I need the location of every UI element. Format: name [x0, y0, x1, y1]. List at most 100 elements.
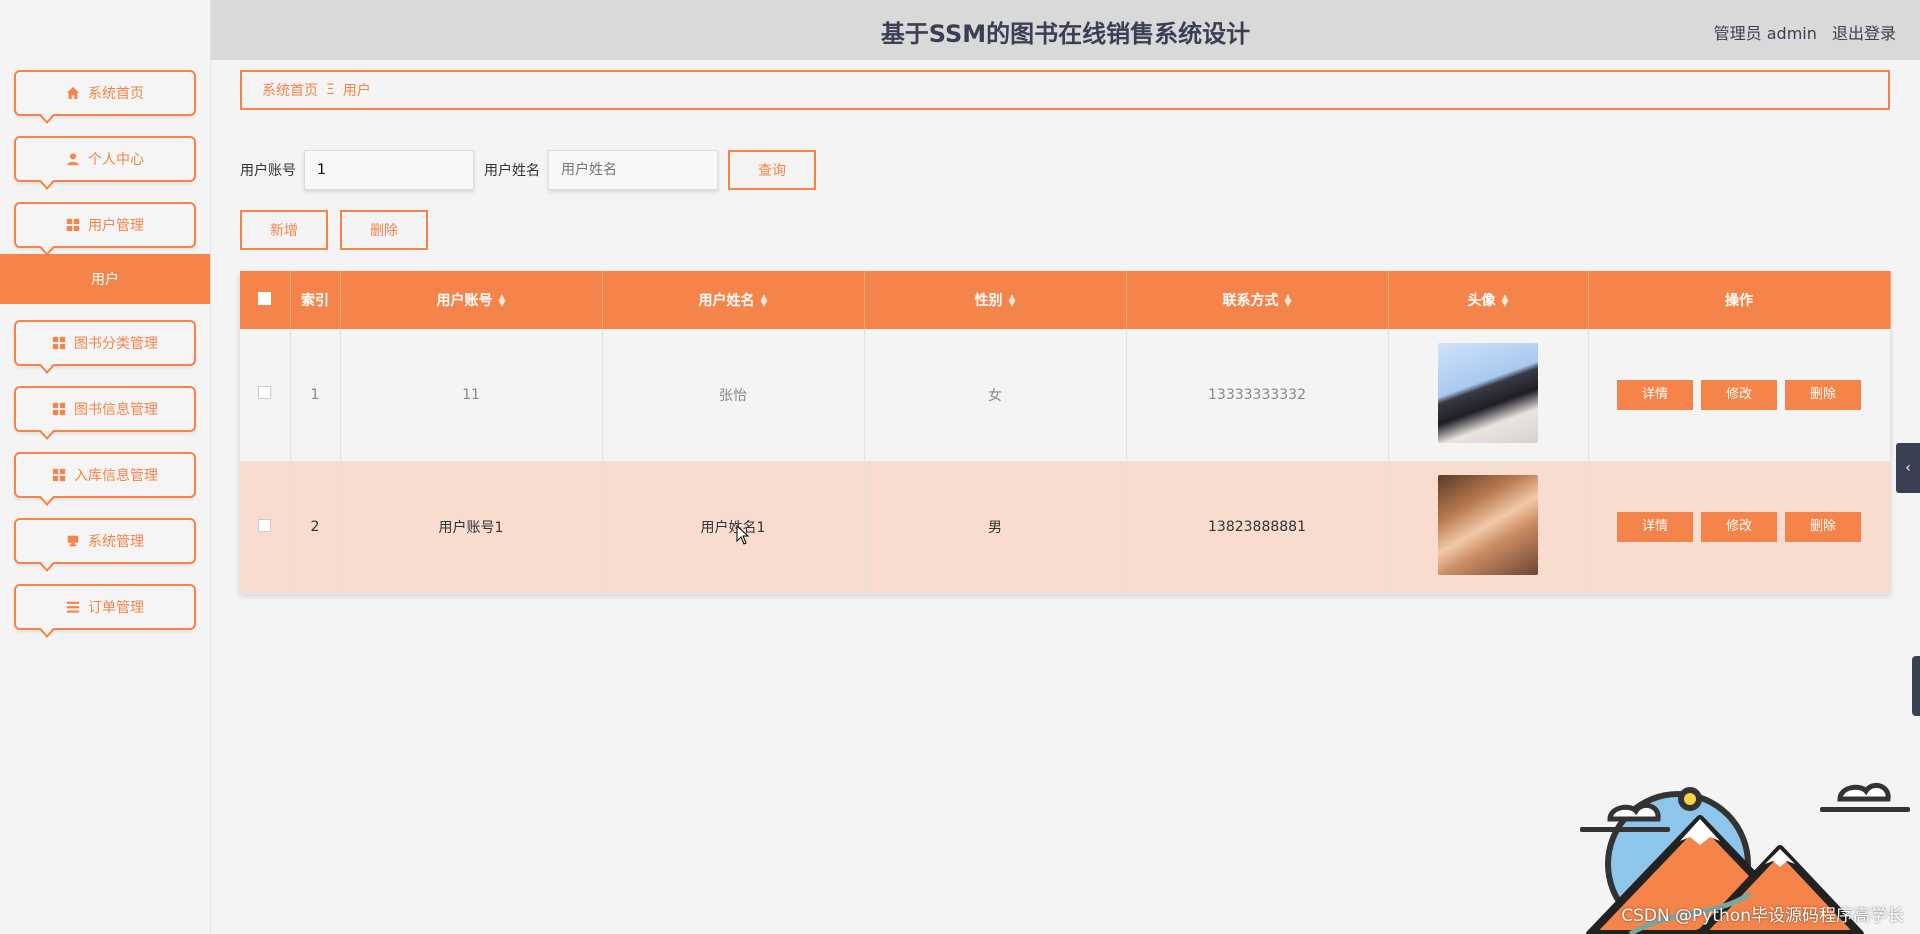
column-header-label: 用户账号: [436, 293, 493, 309]
column-header-label: 联系方式: [1222, 293, 1279, 309]
search-form: 用户账号 用户姓名 查询: [240, 150, 816, 190]
breadcrumb-current: 用户: [342, 83, 371, 99]
sort-icon[interactable]: ▲ ▼: [1502, 294, 1509, 309]
detail-button[interactable]: 详情: [1617, 379, 1693, 410]
sidebar-item-label: 图书信息管理: [74, 402, 158, 418]
sidebar-item-book-info[interactable]: 图书信息管理: [14, 386, 196, 440]
logout-link[interactable]: 退出登录: [1832, 24, 1896, 43]
cell-name: 用户姓名1: [602, 461, 865, 594]
sidebar-item-book-category[interactable]: 图书分类管理: [14, 320, 196, 374]
column-header-gender[interactable]: 性别 ▲ ▼: [864, 271, 1127, 329]
column-header-account[interactable]: 用户账号 ▲ ▼: [340, 271, 603, 329]
decorative-illustration: CSDN @Python毕设源码程序高学长: [1550, 759, 1920, 934]
column-header-avatar[interactable]: 头像 ▲ ▼: [1388, 271, 1589, 329]
row-delete-button[interactable]: 删除: [1785, 512, 1861, 542]
watermark: CSDN @Python毕设源码程序高学长: [1621, 906, 1904, 926]
column-header-label: 性别: [974, 293, 1003, 309]
cell-operations: 详情 修改 删除: [1588, 461, 1891, 594]
home-icon: [66, 86, 80, 100]
cell-index: 2: [290, 461, 341, 594]
query-button[interactable]: 查询: [728, 150, 816, 190]
column-header-operations: 操作: [1588, 271, 1891, 329]
edit-button[interactable]: 修改: [1701, 379, 1777, 410]
cell-index: 1: [290, 329, 341, 462]
current-user-label: 管理员 admin: [1713, 24, 1817, 43]
grid-icon: [52, 336, 66, 350]
row-checkbox[interactable]: [258, 518, 272, 532]
user-table: 索引 用户账号 ▲ ▼ 用户姓名 ▲ ▼ 性别 ▲ ▼ 联系方式 ▲ ▼ 头像 ▲ ▼ 操作 1 1…: [240, 271, 1891, 594]
column-header-label: 用户姓名: [698, 293, 755, 309]
sidebar-item-label: 用户管理: [88, 218, 144, 234]
column-header-name[interactable]: 用户姓名 ▲ ▼: [602, 271, 865, 329]
row-select-cell: [240, 461, 291, 594]
cell-avatar: [1388, 461, 1589, 594]
sidebar-item-label: 入库信息管理: [74, 468, 158, 484]
cell-name: 张怡: [602, 329, 865, 462]
sidebar: 系统首页 个人中心 用户管理 用户 图书分类管理 图书信息管理 入库信息管理 系…: [0, 0, 211, 934]
collapse-panel-button[interactable]: ‹: [1896, 443, 1920, 493]
row-select-cell: [240, 329, 291, 462]
select-all-cell: [240, 271, 291, 329]
column-header: 索引: [290, 271, 341, 329]
grid-icon: [52, 402, 66, 416]
breadcrumb-separator: Ξ: [326, 82, 335, 98]
cell-account: 11: [340, 329, 603, 462]
account-label: 用户账号: [240, 163, 296, 179]
account-input[interactable]: [304, 150, 474, 190]
sort-icon[interactable]: ▲ ▼: [761, 294, 768, 309]
row-checkbox[interactable]: [258, 386, 272, 400]
sidebar-item-profile[interactable]: 个人中心: [14, 136, 196, 190]
mouse-cursor-icon: [736, 525, 750, 545]
table-actions: 新增 删除: [240, 210, 428, 250]
sort-icon[interactable]: ▲ ▼: [1285, 294, 1292, 309]
avatar[interactable]: [1438, 475, 1538, 575]
sidebar-item-user-management[interactable]: 用户管理: [14, 202, 196, 256]
table-header-row: 索引 用户账号 ▲ ▼ 用户姓名 ▲ ▼ 性别 ▲ ▼ 联系方式 ▲ ▼ 头像 ▲ ▼ 操作: [240, 271, 1891, 329]
cell-operations: 详情 修改 删除: [1588, 329, 1891, 462]
sidebar-subitem-user[interactable]: 用户: [0, 254, 210, 304]
breadcrumb-home[interactable]: 系统首页: [262, 80, 318, 100]
sort-icon[interactable]: ▲ ▼: [499, 294, 506, 309]
sidebar-item-system[interactable]: 系统管理: [14, 518, 196, 572]
column-header-phone[interactable]: 联系方式 ▲ ▼: [1126, 271, 1389, 329]
page-title: 基于SSM的图书在线销售系统设计: [880, 20, 1251, 48]
cell-account: 用户账号1: [340, 461, 603, 594]
detail-button[interactable]: 详情: [1617, 512, 1693, 542]
table-row[interactable]: 2 用户账号1 用户姓名1 男 13823888881 详情 修改 删除: [240, 461, 1891, 594]
edge-tab[interactable]: [1912, 656, 1920, 716]
add-button[interactable]: 新增: [240, 210, 328, 250]
user-icon: [67, 153, 79, 166]
cell-gender: 男: [864, 461, 1127, 594]
name-input[interactable]: [548, 150, 718, 190]
sidebar-item-label: 系统首页: [88, 86, 144, 102]
table-row[interactable]: 1 11 张怡 女 13333333332 详情 修改 删除: [240, 329, 1891, 462]
cell-phone: 13823888881: [1126, 461, 1389, 594]
sidebar-item-label: 图书分类管理: [74, 336, 158, 352]
sidebar-item-label: 订单管理: [88, 600, 144, 616]
select-all-checkbox[interactable]: [258, 291, 272, 305]
sidebar-menu: 系统首页 个人中心 用户管理 用户 图书分类管理 图书信息管理 入库信息管理 系…: [0, 0, 210, 638]
list-icon: [66, 601, 80, 613]
sidebar-item-label: 系统管理: [88, 534, 144, 550]
row-delete-button[interactable]: 删除: [1785, 379, 1861, 410]
sidebar-item-stock-info[interactable]: 入库信息管理: [14, 452, 196, 506]
cell-gender: 女: [864, 329, 1127, 462]
top-header: 基于SSM的图书在线销售系统设计 管理员 admin 退出登录: [211, 0, 1920, 60]
grid-icon: [66, 218, 80, 232]
monitor-icon: [67, 535, 79, 547]
sidebar-item-orders[interactable]: 订单管理: [14, 584, 196, 638]
edit-button[interactable]: 修改: [1701, 512, 1777, 542]
cell-avatar: [1388, 329, 1589, 462]
column-header-label: 头像: [1467, 293, 1496, 309]
sidebar-item-label: 个人中心: [88, 152, 144, 168]
sidebar-item-home[interactable]: 系统首页: [14, 70, 196, 124]
avatar[interactable]: [1438, 342, 1538, 443]
sort-icon[interactable]: ▲ ▼: [1009, 294, 1016, 309]
grid-icon: [52, 468, 66, 482]
header-user-area: 管理员 admin 退出登录: [1704, 20, 1896, 44]
cell-phone: 13333333332: [1126, 329, 1389, 462]
delete-button[interactable]: 删除: [340, 210, 428, 250]
chevron-left-icon: ‹: [1905, 460, 1911, 476]
breadcrumb: 系统首页 Ξ 用户: [240, 70, 1890, 110]
name-label: 用户姓名: [484, 163, 540, 179]
